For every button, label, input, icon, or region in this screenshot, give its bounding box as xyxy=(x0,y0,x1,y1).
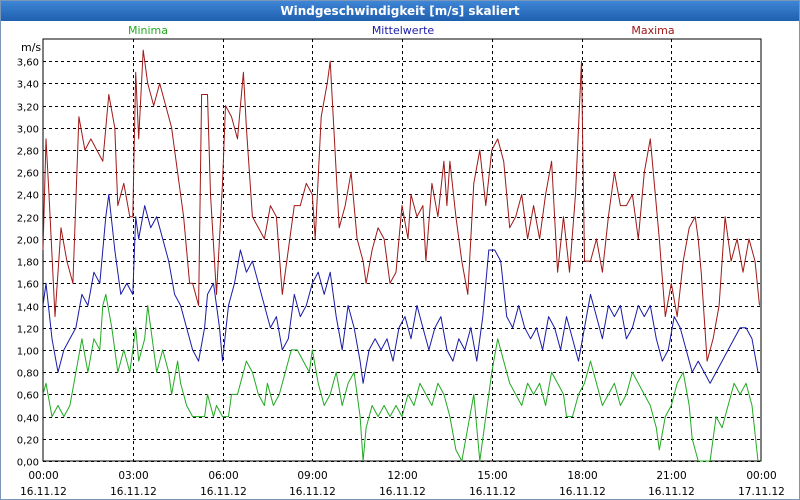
legend-mean: Mittelwerte xyxy=(372,24,435,37)
y-tick-label: 1,00 xyxy=(17,347,39,358)
x-tick-date: 16.11.12 xyxy=(200,486,247,498)
y-tick-label: 3,20 xyxy=(17,103,39,114)
y-tick-label: 1,80 xyxy=(17,258,39,269)
y-tick-label: 1,20 xyxy=(17,325,39,336)
x-tick-date: 16.11.12 xyxy=(559,486,606,498)
y-tick-label: 0,40 xyxy=(17,414,39,425)
legend-min: Minima xyxy=(128,24,168,37)
x-tick-time: 06:00 xyxy=(208,470,238,482)
x-tick-time: 18:00 xyxy=(567,470,597,482)
x-tick-time: 21:00 xyxy=(656,470,686,482)
y-tick-label: 3,00 xyxy=(17,125,39,136)
x-tick-time: 15:00 xyxy=(477,470,507,482)
series-lines xyxy=(42,49,760,462)
y-tick-label: 2,80 xyxy=(17,147,39,158)
y-tick-label: 2,00 xyxy=(17,236,39,247)
x-tick-time: 09:00 xyxy=(297,470,327,482)
y-tick-label: 2,60 xyxy=(17,169,39,180)
y-tick-label: 0,20 xyxy=(17,436,39,447)
y-tick-label: 0,60 xyxy=(17,391,39,402)
y-tick-label: 3,60 xyxy=(17,58,39,69)
y-tick-label: 2,40 xyxy=(17,191,39,202)
x-tick-date: 16.11.12 xyxy=(469,486,516,498)
y-axis-labels: 0,00 0,20 0,40 0,60 0,80 1,00 1,20 1,40 1,60 1,80… xyxy=(17,58,39,469)
x-tick-date: 16.11.12 xyxy=(648,486,695,498)
x-tick-time: 12:00 xyxy=(387,470,417,482)
y-tick-label: 3,40 xyxy=(17,80,39,91)
y-tick-label: 2,20 xyxy=(17,214,39,225)
x-tick-time: 00:00 xyxy=(746,470,776,482)
x-tick-date: 16.11.12 xyxy=(379,486,426,498)
x-tick-date: 16.11.12 xyxy=(20,486,67,498)
x-tick-time: 03:00 xyxy=(118,470,148,482)
y-tick-label: 0,80 xyxy=(17,369,39,380)
y-axis-unit: m/s xyxy=(21,41,41,54)
y-tick-label: 1,40 xyxy=(17,303,39,314)
grid xyxy=(42,38,762,462)
legend: Minima Mittelwerte Maxima xyxy=(128,24,675,37)
x-axis-labels: 00:00 16.11.12 03:00 16.11.12 06:00 16.11.12 0… xyxy=(20,470,785,498)
chart-window: Windgeschwindigkeit [m/s] skaliert 0,00 0… xyxy=(0,0,800,500)
x-tick-date: 16.11.12 xyxy=(110,486,157,498)
x-tick-date: 16.11.12 xyxy=(289,486,336,498)
series-line-min xyxy=(42,293,759,462)
y-tick-label: 1,60 xyxy=(17,280,39,291)
y-tick-label: 0,00 xyxy=(17,458,39,469)
x-tick-time: 00:00 xyxy=(28,470,58,482)
x-tick-date: 17.11.12 xyxy=(738,486,785,498)
wind-speed-chart: 0,00 0,20 0,40 0,60 0,80 1,00 1,20 1,40 1,60 1,80… xyxy=(17,24,785,498)
legend-max: Maxima xyxy=(631,24,674,37)
